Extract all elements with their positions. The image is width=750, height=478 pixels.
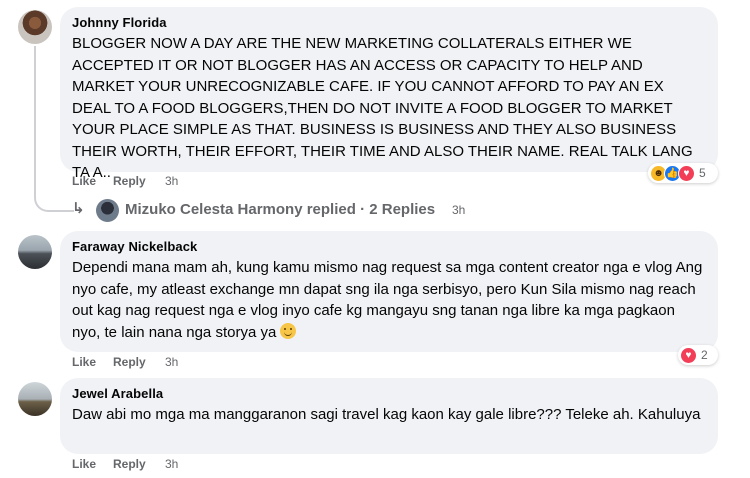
comment-bubble: Faraway Nickelback Dependi mana mam ah, … <box>60 231 718 352</box>
love-icon: ♥ <box>680 346 697 364</box>
comment-bubble: Johnny Florida BLOGGER NOW A DAY ARE THE… <box>60 7 718 181</box>
comment-text: Daw abi mo mga ma manggaranon sagi trave… <box>72 406 701 423</box>
reply-button[interactable]: Reply <box>113 355 146 369</box>
reply-arrow-icon: ↳ <box>72 200 85 217</box>
like-button[interactable]: Like <box>72 174 96 188</box>
thread-connector <box>34 46 36 186</box>
comment-timestamp[interactable]: 3h <box>165 174 178 188</box>
comment-author[interactable]: Johnny Florida <box>72 15 706 30</box>
thread-connector-curve <box>34 172 74 212</box>
avatar-faraway-nickelback[interactable] <box>18 235 52 269</box>
reaction-summary[interactable]: ♥ 2 <box>678 345 718 365</box>
comment-timestamp[interactable]: 3h <box>165 457 178 471</box>
smiling-face-icon <box>280 322 297 339</box>
comment-text: BLOGGER NOW A DAY ARE THE NEW MARKETING … <box>72 35 693 181</box>
comment-author[interactable]: Jewel Arabella <box>72 386 706 401</box>
like-button[interactable]: Like <box>72 457 96 471</box>
like-button[interactable]: Like <box>72 355 96 369</box>
comment-author[interactable]: Faraway Nickelback <box>72 239 706 254</box>
comment-text: Dependi mana mam ah, kung kamu mismo nag… <box>72 259 703 341</box>
avatar-mizuko-celesta-harmony <box>96 199 119 222</box>
reaction-count: 5 <box>699 166 706 180</box>
avatar-jewel-arabella[interactable] <box>18 382 52 416</box>
replies-timestamp: 3h <box>452 203 466 217</box>
replies-label[interactable]: Mizuko Celesta Harmony replied · 2 Repli… <box>125 201 435 218</box>
reply-button[interactable]: Reply <box>113 174 146 188</box>
reaction-summary[interactable]: ☻ 👍 ♥ 5 <box>648 163 718 183</box>
reaction-count: 2 <box>701 348 708 362</box>
reply-button[interactable]: Reply <box>113 457 146 471</box>
comment-text-wrap: Dependi mana mam ah, kung kamu mismo nag… <box>72 257 706 343</box>
comment-timestamp[interactable]: 3h <box>165 355 178 369</box>
love-icon: ♥ <box>678 164 695 182</box>
comment-bubble: Jewel Arabella Daw abi mo mga ma manggar… <box>60 378 718 454</box>
avatar-johnny-florida[interactable] <box>18 10 52 44</box>
